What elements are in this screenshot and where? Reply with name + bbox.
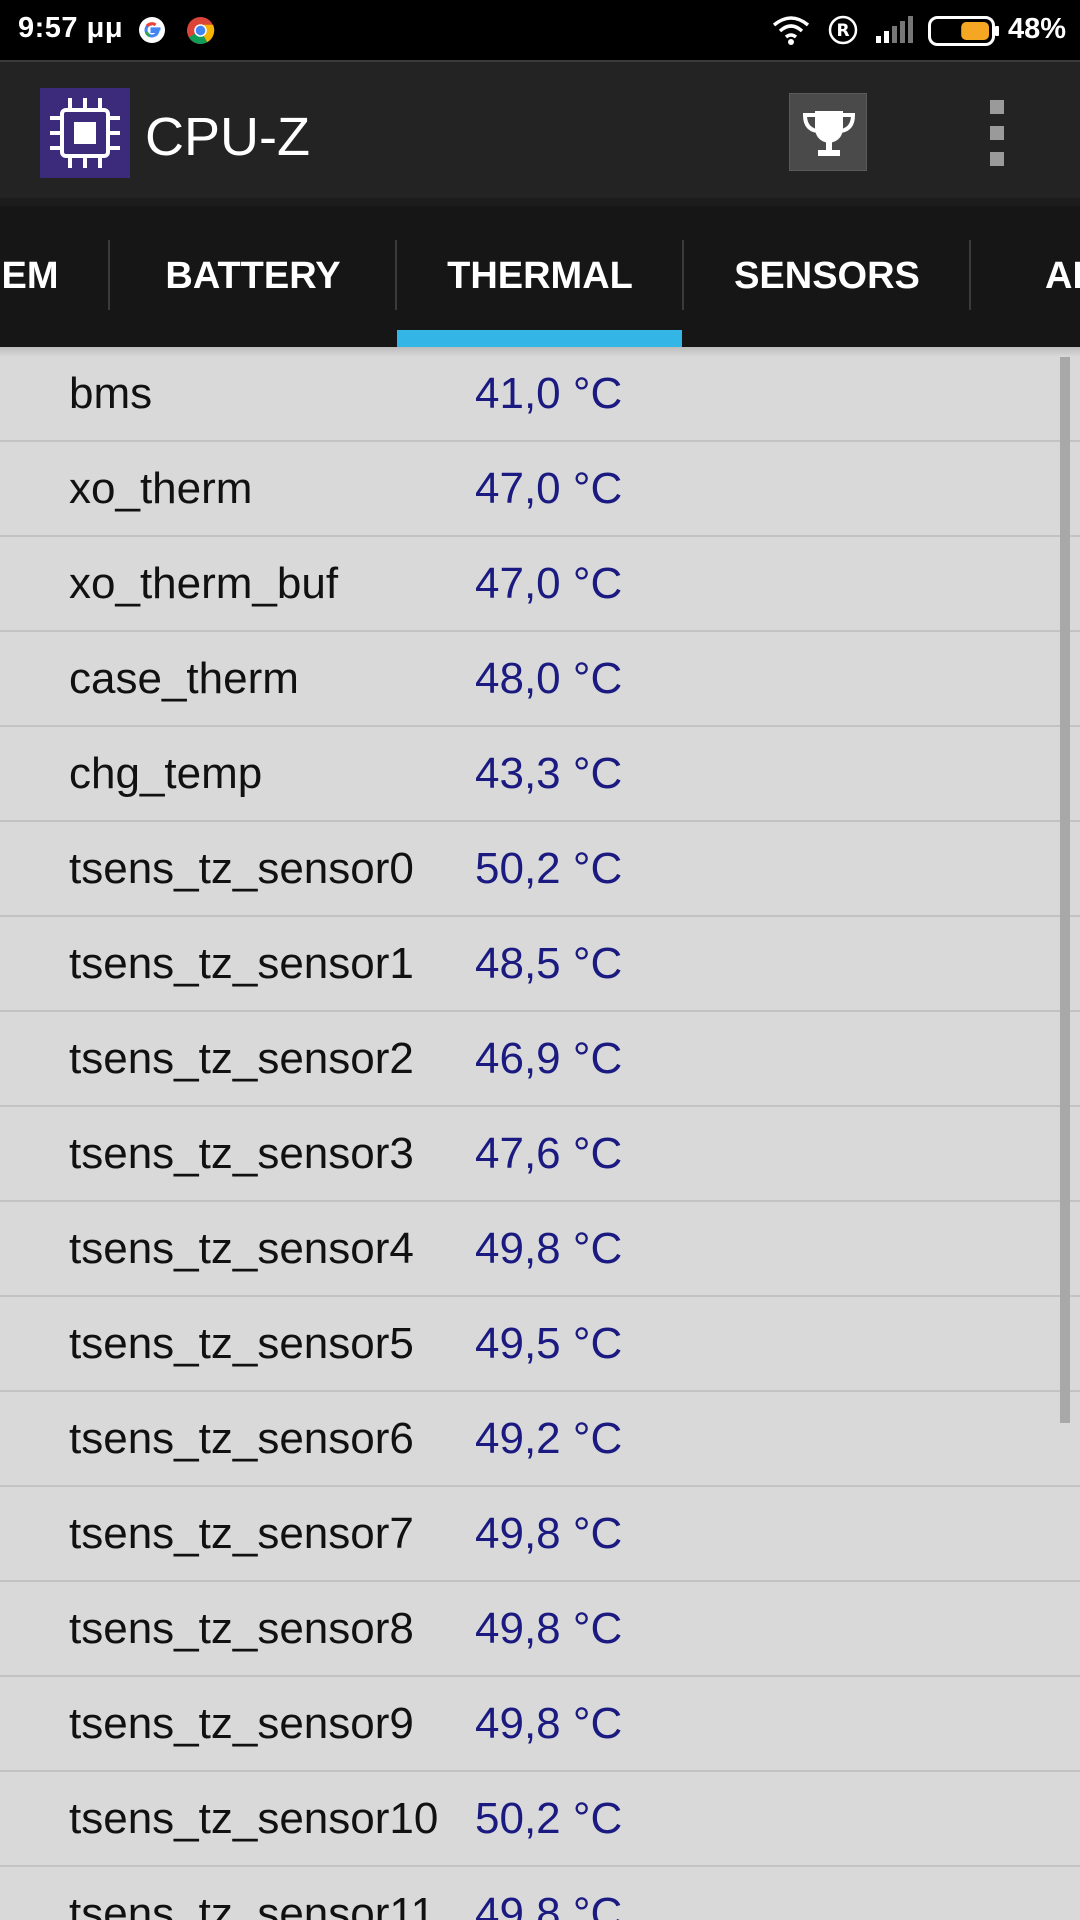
cpu-z-logo-icon: [40, 88, 130, 178]
thermal-row: tsens_tz_sensor11 49,8 °C: [0, 1867, 1080, 1920]
roaming-icon: R: [828, 15, 858, 45]
sensor-name: xo_therm: [69, 464, 253, 513]
sensor-temperature: 49,8 °C: [475, 1699, 623, 1748]
thermal-row: tsens_tz_sensor1 48,5 °C: [0, 917, 1080, 1012]
sensor-temperature: 47,6 °C: [475, 1129, 623, 1178]
thermal-row: tsens_tz_sensor7 49,8 °C: [0, 1487, 1080, 1582]
thermal-row: tsens_tz_sensor10 50,2 °C: [0, 1772, 1080, 1867]
sensor-name: bms: [69, 369, 153, 418]
app-title: CPU-Z: [145, 107, 310, 167]
thermal-row: tsens_tz_sensor9 49,8 °C: [0, 1677, 1080, 1772]
tab-about[interactable]: AI: [971, 206, 1080, 347]
status-time: 9:57 μμ: [18, 12, 124, 44]
google-icon: [139, 17, 165, 43]
battery-percentage: 48%: [1008, 13, 1067, 45]
svg-text:R: R: [836, 21, 849, 41]
tab-sensors[interactable]: SENSORS: [684, 206, 970, 347]
sensor-name: tsens_tz_sensor1: [69, 939, 414, 988]
sensor-temperature: 47,0 °C: [475, 559, 623, 608]
sensor-temperature: 49,5 °C: [475, 1319, 623, 1368]
thermal-list[interactable]: bms 41,0 °C xo_therm 47,0 °C xo_therm_buf 47,…: [0, 347, 1080, 1920]
thermal-row: xo_therm_buf 47,0 °C: [0, 537, 1080, 632]
sensor-temperature: 47,0 °C: [475, 464, 623, 513]
thermal-row: xo_therm 47,0 °C: [0, 442, 1080, 537]
thermal-row: tsens_tz_sensor6 49,2 °C: [0, 1392, 1080, 1487]
trophy-button[interactable]: [789, 93, 867, 171]
wifi-icon: [772, 16, 810, 45]
sensor-name: tsens_tz_sensor4: [69, 1224, 414, 1273]
sensor-name: tsens_tz_sensor5: [69, 1319, 414, 1368]
overflow-menu-button[interactable]: [975, 100, 1019, 166]
thermal-row: tsens_tz_sensor5 49,5 °C: [0, 1297, 1080, 1392]
thermal-row: tsens_tz_sensor4 49,8 °C: [0, 1202, 1080, 1297]
thermal-row: case_therm 48,0 °C: [0, 632, 1080, 727]
sensor-temperature: 46,9 °C: [475, 1034, 623, 1083]
selected-tab-indicator: [397, 330, 682, 347]
tab-battery[interactable]: BATTERY: [110, 206, 396, 347]
trophy-icon: [802, 111, 856, 156]
sensor-temperature: 50,2 °C: [475, 844, 623, 893]
sensor-name: tsens_tz_sensor9: [69, 1699, 414, 1748]
sensor-name: tsens_tz_sensor2: [69, 1034, 414, 1083]
sensor-temperature: 48,0 °C: [475, 654, 623, 703]
tab-strip: EM BATTERY THERMAL SENSORS AI: [0, 206, 1080, 347]
sensor-name: tsens_tz_sensor6: [69, 1414, 414, 1463]
chrome-icon: [186, 16, 215, 45]
sensor-temperature: 49,8 °C: [475, 1509, 623, 1558]
thermal-row: chg_temp 43,3 °C: [0, 727, 1080, 822]
app-bar-divider: [0, 198, 1080, 206]
thermal-row: tsens_tz_sensor3 47,6 °C: [0, 1107, 1080, 1202]
sensor-name: case_therm: [69, 654, 299, 703]
sensor-name: tsens_tz_sensor3: [69, 1129, 414, 1178]
thermal-row: tsens_tz_sensor0 50,2 °C: [0, 822, 1080, 917]
status-bar: 9:57 μμ R 48%: [0, 0, 1080, 60]
sensor-name: tsens_tz_sensor7: [69, 1509, 414, 1558]
sensor-name: tsens_tz_sensor0: [69, 844, 414, 893]
thermal-row: tsens_tz_sensor2 46,9 °C: [0, 1012, 1080, 1107]
sensor-temperature: 49,8 °C: [475, 1224, 623, 1273]
sensor-name: tsens_tz_sensor8: [69, 1604, 414, 1653]
app-bar: CPU-Z: [0, 60, 1080, 200]
sensor-name: tsens_tz_sensor11: [69, 1889, 436, 1920]
signal-icon: [876, 16, 913, 43]
sensor-name: tsens_tz_sensor10: [69, 1794, 439, 1843]
tab-thermal[interactable]: THERMAL: [397, 206, 683, 347]
sensor-name: chg_temp: [69, 749, 263, 798]
sensor-temperature: 49,8 °C: [475, 1604, 623, 1653]
sensor-name: xo_therm_buf: [69, 559, 339, 608]
scrollbar[interactable]: [1060, 357, 1070, 1423]
sensor-temperature: 43,3 °C: [475, 749, 623, 798]
battery-icon: [928, 16, 999, 46]
sensor-temperature: 49,8 °C: [475, 1889, 623, 1920]
sensor-temperature: 49,2 °C: [475, 1414, 623, 1463]
thermal-row: bms 41,0 °C: [0, 347, 1080, 442]
thermal-row: tsens_tz_sensor8 49,8 °C: [0, 1582, 1080, 1677]
sensor-temperature: 48,5 °C: [475, 939, 623, 988]
sensor-temperature: 41,0 °C: [475, 369, 623, 418]
sensor-temperature: 50,2 °C: [475, 1794, 623, 1843]
